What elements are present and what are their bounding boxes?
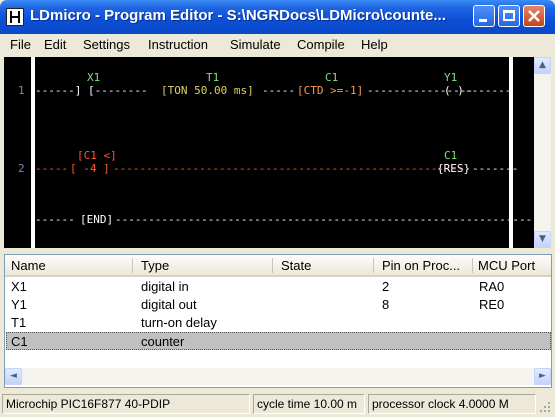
- menu-compile[interactable]: Compile: [297, 37, 345, 52]
- menu-simulate[interactable]: Simulate: [230, 37, 281, 52]
- rung-1-end-wire: -------: [465, 84, 512, 97]
- close-icon: [528, 10, 540, 22]
- column-pin[interactable]: Pin on Proc...: [382, 258, 460, 273]
- ladder-vertical-scrollbar[interactable]: ▲ ▼: [534, 57, 551, 248]
- ctd-instruction[interactable]: [CTD >=-1]: [297, 85, 363, 97]
- status-processor: Microchip PIC16F877 40-PDIP: [2, 394, 250, 414]
- column-name[interactable]: Name: [11, 258, 46, 273]
- resize-grip-icon[interactable]: [538, 400, 552, 414]
- maximize-button[interactable]: [498, 5, 520, 27]
- counter-label-c1: C1: [325, 71, 339, 84]
- timer-label-t1: T1: [206, 71, 220, 84]
- rung-1-wire: -----: [262, 84, 296, 97]
- rung-number: 1: [18, 84, 25, 97]
- rung-2-end-wire: -------: [472, 162, 519, 175]
- menu-file[interactable]: File: [10, 37, 31, 52]
- table-row[interactable]: X1 digital in 2 RA0: [6, 278, 551, 296]
- scroll-right-icon[interactable]: ►: [534, 368, 551, 385]
- row-type: digital in: [141, 279, 189, 294]
- output-coil-y1[interactable]: ( ): [444, 85, 464, 97]
- status-processor-clock: processor clock 4.0000 M: [368, 394, 536, 414]
- row-name: T1: [11, 315, 27, 330]
- scroll-down-icon[interactable]: ▼: [534, 231, 551, 248]
- table-row[interactable]: T1 turn-on delay: [6, 314, 551, 332]
- end-rung-lead: ------: [35, 213, 75, 226]
- reset-label-c1: C1: [444, 149, 458, 162]
- row-name: C1: [11, 334, 28, 349]
- end-rung-wire: ----------------------------------------…: [115, 213, 534, 226]
- reset-instruction[interactable]: {RES}: [437, 163, 470, 175]
- ladder-editor[interactable]: 1 X1 T1 C1 Y1 ------] [-------- [TON 50.…: [4, 57, 534, 248]
- contact-label-x1: X1: [87, 71, 101, 84]
- close-button[interactable]: [523, 5, 545, 27]
- row-port: RE0: [479, 297, 505, 312]
- end-block[interactable]: [END]: [80, 214, 113, 226]
- rung-2-wire: ----------------------------------------…: [113, 162, 464, 175]
- app-icon[interactable]: [6, 8, 24, 26]
- menu-edit[interactable]: Edit: [44, 37, 66, 52]
- compare-instruction[interactable]: [ -4 ]: [70, 163, 110, 175]
- column-mcu-port[interactable]: MCU Port: [478, 258, 535, 273]
- scroll-left-icon[interactable]: ◄: [5, 368, 22, 385]
- column-type[interactable]: Type: [141, 258, 169, 273]
- ton-instruction[interactable]: [TON 50.00 ms]: [161, 85, 254, 97]
- list-header: Name Type State Pin on Proc... MCU Port: [5, 255, 551, 277]
- menu-settings[interactable]: Settings: [83, 37, 130, 52]
- scroll-up-icon[interactable]: ▲: [534, 57, 551, 74]
- row-type: digital out: [141, 297, 197, 312]
- compare-label: [C1 <]: [77, 149, 117, 162]
- row-pin: 2: [382, 279, 390, 294]
- menu-instruction[interactable]: Instruction: [148, 37, 208, 52]
- status-cycle-time: cycle time 10.00 m: [253, 394, 365, 414]
- row-name: X1: [11, 279, 27, 294]
- window-title: LDmicro - Program Editor - S:\NGRDocs\LD…: [30, 7, 446, 24]
- coil-label-y1: Y1: [444, 71, 458, 84]
- minimize-button[interactable]: [473, 5, 495, 27]
- menu-help[interactable]: Help: [361, 37, 388, 52]
- title-bar[interactable]: LDmicro - Program Editor - S:\NGRDocs\LD…: [0, 0, 555, 34]
- rung-2-lead: -----: [35, 162, 69, 175]
- rung-number: 2: [18, 162, 25, 175]
- rung-1-contact[interactable]: ------] [--------: [35, 85, 148, 97]
- row-pin: 8: [382, 297, 390, 312]
- row-name: Y1: [11, 297, 27, 312]
- table-row[interactable]: Y1 digital out 8 RE0: [6, 296, 551, 314]
- menu-bar: File Edit Settings Instruction Simulate …: [0, 34, 555, 56]
- row-type: counter: [141, 334, 185, 349]
- list-horizontal-scrollbar[interactable]: ◄ ►: [5, 368, 551, 385]
- row-type: turn-on delay: [141, 315, 217, 330]
- row-port: RA0: [479, 279, 505, 294]
- status-bar: Microchip PIC16F877 40-PDIP cycle time 1…: [0, 391, 555, 417]
- table-row-selected[interactable]: C1 counter: [6, 332, 551, 350]
- column-state[interactable]: State: [281, 258, 311, 273]
